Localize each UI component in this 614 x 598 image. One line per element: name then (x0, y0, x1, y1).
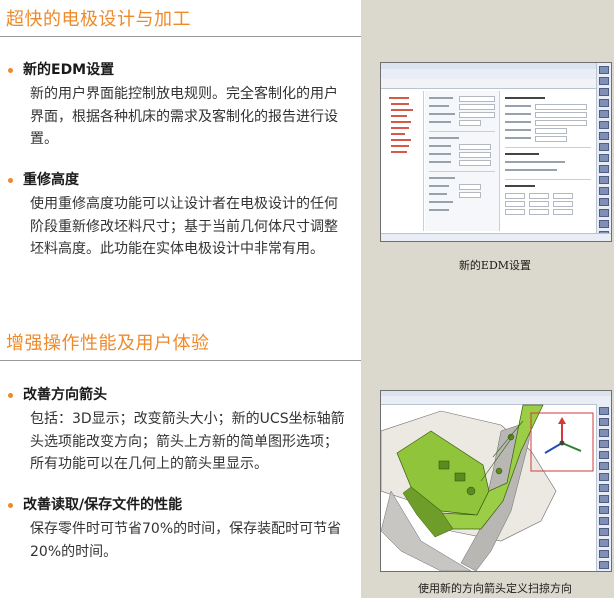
bullet-edm-setup: 新的EDM设置 新的用户界面能控制放电规则。完全客制化的用户界面，根据各种机床的… (6, 60, 346, 151)
direction-arrow-screenshot (380, 390, 612, 572)
figure-caption-arrow: 使用新的方向箭头定义扫掠方向 (418, 582, 572, 595)
bullet-regrind-height: 重修高度 使用重修高度功能可以让设计者在电极设计的任何阶段重新修改坯料尺寸；基于… (6, 170, 346, 261)
bullet-body: 保存零件时可节省70%的时间，保存装配时可节省20%的时间。 (30, 521, 342, 560)
bullet-heading: 重修高度 (23, 172, 79, 188)
bullet-dot-icon (8, 67, 13, 73)
section-divider (0, 36, 361, 37)
bullet-dot-icon (8, 177, 13, 183)
bullet-heading: 改善读取/保存文件的性能 (23, 497, 183, 513)
bullet-heading: 改善方向箭头 (23, 387, 107, 403)
bullet-heading: 新的EDM设置 (23, 62, 115, 78)
bullet-dot-icon (8, 392, 13, 398)
bullet-body: 新的用户界面能控制放电规则。完全客制化的用户界面，根据各种机床的需求及客制化的报… (30, 86, 338, 147)
bullet-file-performance: 改善读取/保存文件的性能 保存零件时可节省70%的时间，保存装配时可节省20%的… (6, 495, 346, 563)
bullet-body: 包括：3D显示；改变箭头大小；新的UCS坐标轴箭头选项能改变方向；箭头上方新的简… (30, 411, 345, 472)
bullet-direction-arrow: 改善方向箭头 包括：3D显示；改变箭头大小；新的UCS坐标轴箭头选项能改变方向；… (6, 385, 346, 476)
section-divider (0, 360, 361, 361)
brochure-page: 超快的电极设计与加工 新的EDM设置 新的用户界面能控制放电规则。完全客制化的用… (0, 0, 614, 598)
section-title-performance: 增强操作性能及用户体验 (6, 333, 210, 354)
section-title-electrode: 超快的电极设计与加工 (6, 9, 191, 30)
bullet-dot-icon (8, 502, 13, 508)
bullet-body: 使用重修高度功能可以让设计者在电极设计的任何阶段重新修改坯料尺寸；基于当前几何体… (30, 196, 338, 257)
model-viewport (381, 404, 597, 571)
figure-caption-edm: 新的EDM设置 (458, 259, 532, 272)
edm-setup-screenshot (380, 62, 612, 242)
